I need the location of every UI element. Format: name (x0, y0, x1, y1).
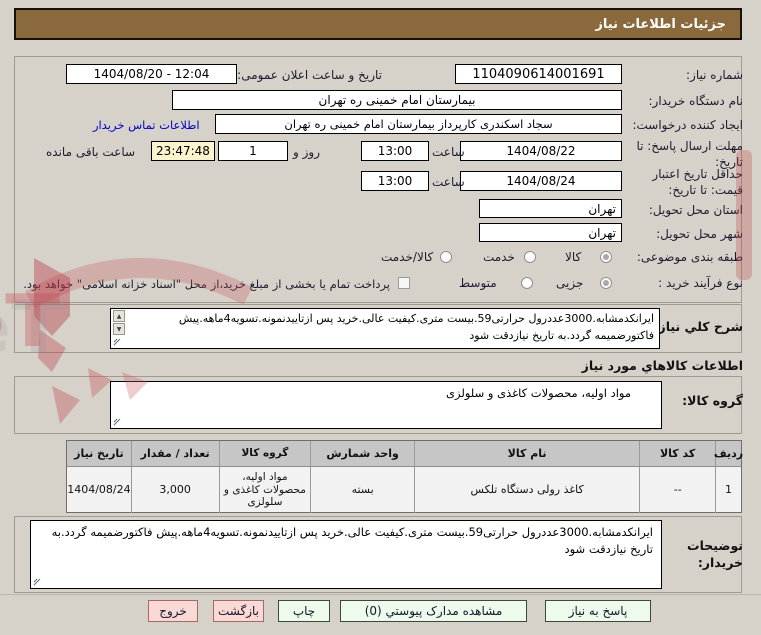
radio-goods-service-label: کالا/خدمت (381, 250, 434, 264)
need-desc-scrollbar[interactable]: ▲ ▼ (112, 310, 125, 336)
announce-datetime-field[interactable]: 1404/08/20 - 12:04 (66, 64, 237, 84)
header-group: گروه کالا (218, 441, 311, 466)
resize-grip-icon[interactable] (113, 418, 121, 426)
radio-medium[interactable] (521, 277, 533, 289)
goods-group-textarea[interactable]: مواد اولیه، محصولات کاغذی و سلولزی (110, 381, 662, 429)
scroll-up-icon[interactable]: ▲ (113, 310, 125, 322)
radio-goods-service[interactable] (440, 251, 452, 263)
cell-need-date: 1404/08/24 (67, 483, 131, 497)
header-name: نام کالا (413, 441, 639, 466)
resize-grip-icon[interactable] (33, 578, 41, 586)
buyer-org-label: نام دستگاه خریدار: (648, 94, 744, 108)
header-need-date: تاریخ نیاز (74, 446, 124, 460)
price-validity-date-field[interactable]: 1404/08/24 (460, 171, 622, 191)
delivery-city-label: شهر محل تحویل: (656, 227, 743, 241)
radio-partial-label: جزیی (556, 276, 584, 290)
radio-goods-label: کالا (565, 250, 582, 264)
cell-unit: بسته (310, 467, 414, 513)
classification-label: طبقه بندی موضوعی: (636, 250, 743, 264)
radio-service-label: خدمت (483, 250, 515, 264)
exit-button[interactable]: خروج (148, 600, 198, 622)
price-validity-label: حداقل تاریخ اعتبار قیمت: تا تاریخ: (652, 167, 743, 198)
reply-deadline-date-field[interactable]: 1404/08/22 (460, 141, 622, 161)
radio-service[interactable] (524, 251, 536, 263)
delivery-province-label: استان محل تحویل: (648, 203, 743, 217)
radio-goods[interactable] (600, 251, 612, 263)
print-button[interactable]: چاپ (278, 600, 330, 622)
validity-hour-label: ساعت (432, 175, 465, 189)
request-creator-label: ایجاد کننده درخواست: (632, 118, 743, 132)
treasury-checkbox[interactable] (398, 277, 410, 289)
header-unit: واحد شمارش (310, 441, 414, 466)
scroll-down-icon[interactable]: ▼ (113, 323, 125, 335)
radio-medium-label: متوسط (459, 276, 497, 290)
need-number-label: شماره نیاز: (686, 68, 743, 82)
cell-group: مواد اولیه، محصولات کاغذی و سلولزی (218, 467, 311, 513)
process-type-label: نوع فرآیند خرید : (658, 276, 743, 290)
buyer-notes-textarea[interactable]: ایرانکدمشابه.3000عددرول حرارتی59.بیست مت… (30, 520, 662, 589)
page-title: جزئیات اطلاعات نیاز (14, 8, 742, 40)
need-details-page: جزئیات اطلاعات نیاز شماره نیاز: 11040906… (0, 0, 761, 635)
header-row-no: ردیف (714, 441, 743, 466)
request-creator-field[interactable]: سجاد اسکندری کارپرداز بیمارستان امام خمی… (215, 114, 622, 134)
reply-deadline-time-field[interactable]: 13:00 (361, 141, 429, 161)
day-and-label: روز و (293, 145, 320, 159)
answer-need-button[interactable]: پاسخ به نیاز (545, 600, 651, 622)
need-desc-text: ایرانکدمشابه.3000عددرول حرارتی59.بیست مت… (178, 312, 654, 342)
resize-grip-icon[interactable] (113, 338, 121, 346)
delivery-province-field[interactable]: تهران (479, 199, 622, 218)
buyer-notes-label: توضیحات خریدار: (687, 538, 743, 570)
table-row: 1 -- کاغذ رولی دستگاه تلکس بسته مواد اول… (67, 467, 741, 513)
buyer-org-field[interactable]: بیمارستان امام خمینی ره تهران (172, 90, 622, 110)
back-button[interactable]: بازگشت (213, 600, 264, 622)
cell-qty: 3,000 (130, 467, 219, 513)
announce-datetime-label: تاریخ و ساعت اعلان عمومی: (237, 68, 382, 82)
cell-row-no: 1 (715, 467, 741, 513)
cell-name: کاغذ رولی دستگاه تلکس (413, 467, 639, 513)
delivery-city-field[interactable]: تهران (479, 223, 622, 242)
need-number-field[interactable]: 1104090614001691 (455, 64, 622, 84)
cell-code: -- (639, 467, 715, 513)
header-qty: تعداد / مقدار (130, 441, 219, 466)
buyer-notes-text: ایرانکدمشابه.3000عددرول حرارتی59.بیست مت… (51, 525, 653, 557)
goods-section-heading: اطلاعات کالاهاي مورد نیاز (581, 358, 743, 373)
need-desc-label: شرح کلي نیاز: (653, 319, 743, 334)
buyer-contact-link[interactable]: اطلاعات تماس خریدار (93, 118, 200, 132)
hours-remaining-label: ساعت باقی مانده (46, 145, 136, 159)
header-code: کد کالا (639, 441, 715, 466)
goods-table-header: ردیف کد کالا نام کالا واحد شمارش گروه کا… (67, 441, 743, 467)
goods-table: ردیف کد کالا نام کالا واحد شمارش گروه کا… (66, 440, 743, 513)
radio-partial[interactable] (600, 277, 612, 289)
deadline-hour-label: ساعت (432, 145, 465, 159)
need-desc-textarea[interactable]: ایرانکدمشابه.3000عددرول حرارتی59.بیست مت… (110, 308, 660, 349)
treasury-note: پرداخت تمام یا بخشی از مبلغ خرید،از محل … (23, 277, 390, 291)
goods-group-text: مواد اولیه، محصولات کاغذی و سلولزی (446, 386, 631, 400)
days-remaining-field[interactable]: 1 (218, 141, 288, 161)
goods-group-label: گروه کالا: (682, 393, 743, 408)
view-attachments-button[interactable]: مشاهده مدارک پیوستي (0) (340, 600, 527, 622)
bottom-separator (0, 594, 761, 595)
countdown-timer: 23:47:48 (151, 141, 215, 161)
price-validity-time-field[interactable]: 13:00 (361, 171, 429, 191)
